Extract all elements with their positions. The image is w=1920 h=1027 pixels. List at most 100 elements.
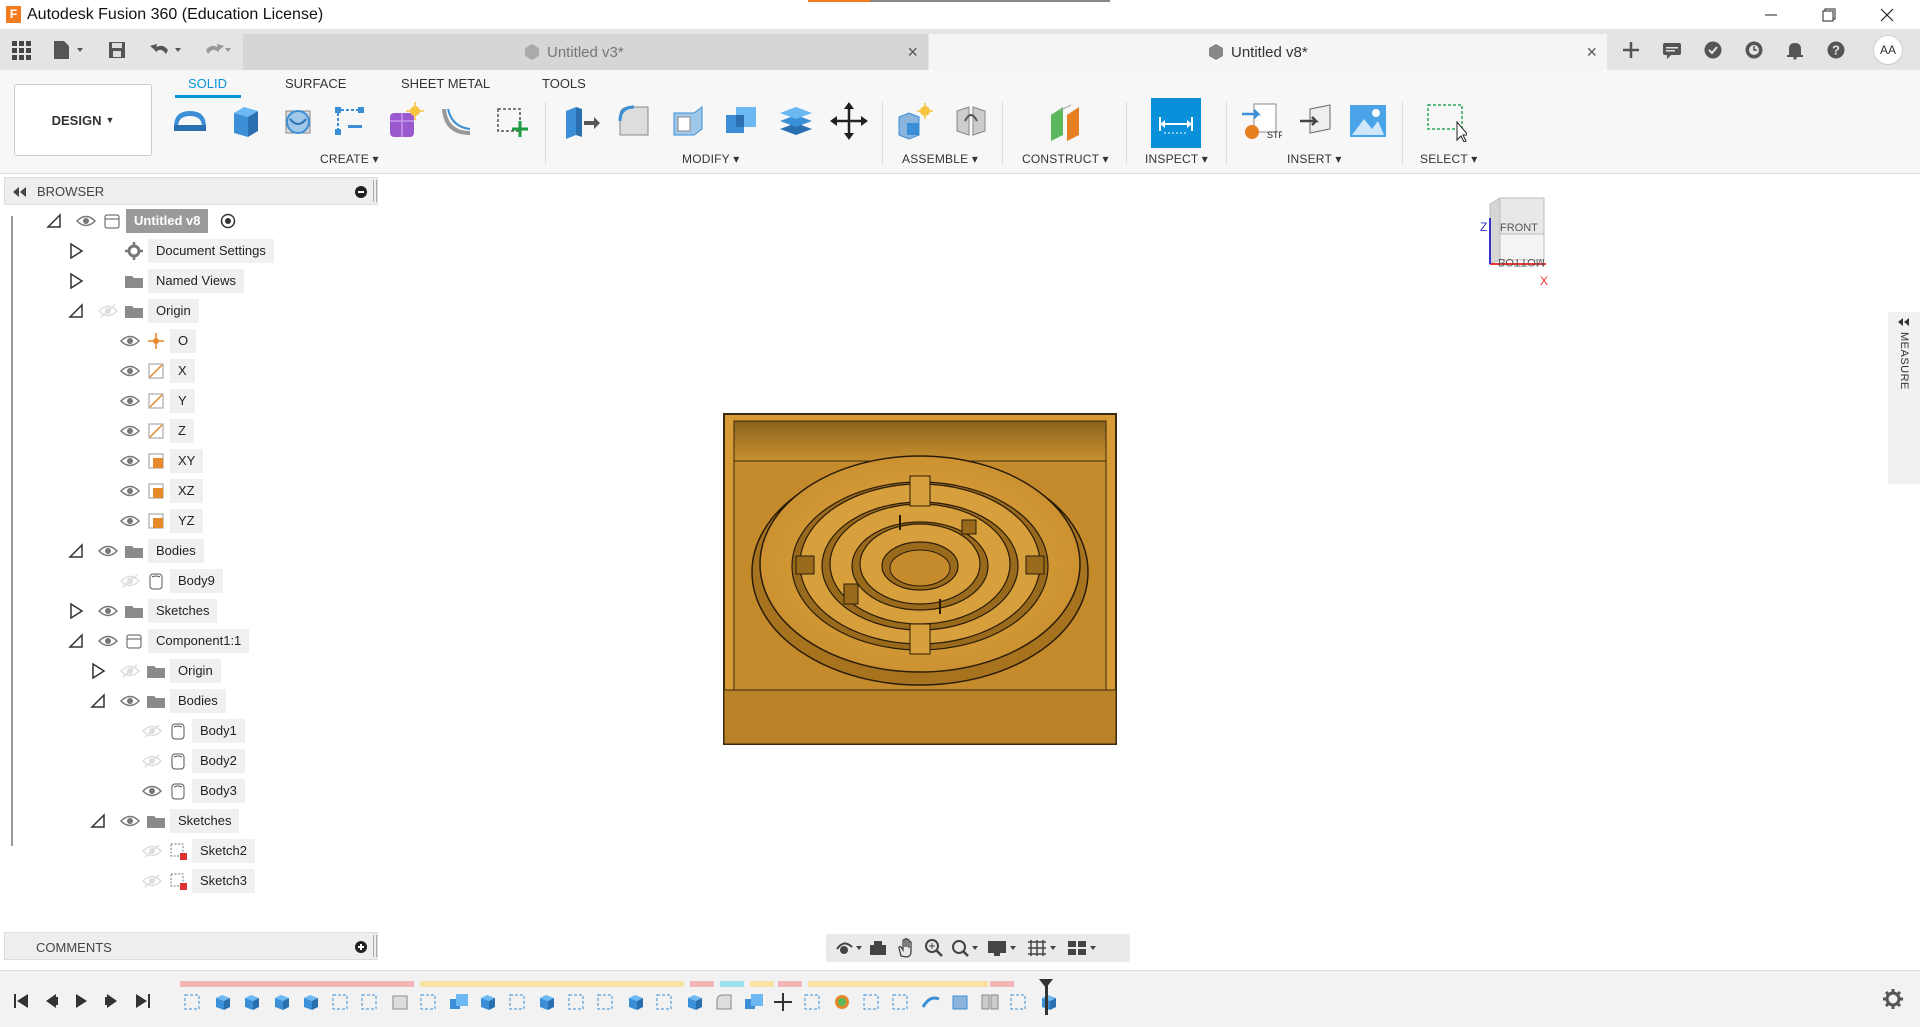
- expand-triangle-icon[interactable]: [90, 663, 106, 679]
- minimize-button[interactable]: [1742, 0, 1800, 29]
- browser-item-body1[interactable]: Body1: [0, 719, 370, 743]
- insert-derive-button[interactable]: STP: [1240, 100, 1282, 142]
- construct-menu[interactable]: CONSTRUCT ▾: [1022, 152, 1109, 166]
- timeline-sketch-feature-icon[interactable]: [654, 991, 676, 1013]
- shell-button[interactable]: [667, 100, 709, 142]
- browser-item-x[interactable]: X: [0, 359, 370, 383]
- orbit-icon[interactable]: [834, 939, 862, 957]
- viewcube-bottom-label[interactable]: BOTTOM: [1498, 256, 1545, 268]
- timeline-group-bar[interactable]: [420, 981, 684, 987]
- job-status-button[interactable]: [1741, 37, 1767, 63]
- save-button[interactable]: [104, 37, 130, 63]
- browser-item-origin[interactable]: Origin: [0, 299, 370, 323]
- timeline-extrude-feature-icon[interactable]: [271, 991, 293, 1013]
- create-sketch-button[interactable]: [169, 100, 211, 142]
- timeline-extrude-feature-icon[interactable]: [684, 991, 706, 1013]
- browser-item-sketches[interactable]: Sketches: [0, 599, 370, 623]
- comments-button[interactable]: [1659, 37, 1685, 63]
- tab-sheet-metal[interactable]: SHEET METAL: [401, 76, 490, 91]
- timeline-sketch-feature-icon[interactable]: [566, 991, 588, 1013]
- browser-item-body2[interactable]: Body2: [0, 749, 370, 773]
- timeline-marker-head-icon[interactable]: [1039, 979, 1053, 989]
- combine-button[interactable]: [721, 100, 763, 142]
- collapse-triangle-icon[interactable]: [68, 543, 84, 559]
- expand-triangle-icon[interactable]: [68, 603, 84, 619]
- browser-item-xz[interactable]: XZ: [0, 479, 370, 503]
- timeline-cut-feature-icon[interactable]: [389, 991, 411, 1013]
- timeline-sketch-feature-icon[interactable]: [1008, 991, 1030, 1013]
- browser-item-named-views[interactable]: Named Views: [0, 269, 370, 293]
- look-at-icon[interactable]: [868, 939, 888, 957]
- visibility-eye-icon[interactable]: [76, 214, 96, 228]
- timeline-group-bar[interactable]: [180, 981, 414, 987]
- zoom-icon[interactable]: [924, 938, 944, 958]
- hidden-eye-icon[interactable]: [120, 574, 140, 588]
- hidden-eye-icon[interactable]: [98, 304, 118, 318]
- expand-panel-icon[interactable]: [1898, 318, 1910, 326]
- step-forward-button[interactable]: [101, 991, 123, 1011]
- joint-button[interactable]: [950, 100, 992, 142]
- timeline-extrude-feature-icon[interactable]: [625, 991, 647, 1013]
- offset-plane-button[interactable]: [1044, 100, 1086, 142]
- measure-button[interactable]: [1151, 98, 1201, 148]
- timeline-group-bar[interactable]: [720, 981, 744, 987]
- timeline-sweep-feature-icon[interactable]: [920, 991, 942, 1013]
- browser-item-o[interactable]: O: [0, 329, 370, 353]
- assemble-menu[interactable]: ASSEMBLE ▾: [902, 152, 978, 166]
- visibility-eye-icon[interactable]: [120, 394, 140, 408]
- workspace-switcher[interactable]: DESIGN ▼: [14, 84, 152, 156]
- hidden-eye-icon[interactable]: [142, 724, 162, 738]
- timeline-revolve-feature-icon[interactable]: [831, 991, 853, 1013]
- visibility-eye-icon[interactable]: [120, 424, 140, 438]
- timeline-sketch-feature-icon[interactable]: [802, 991, 824, 1013]
- timeline-sketch-feature-icon[interactable]: [359, 991, 381, 1013]
- file-menu-button[interactable]: [48, 37, 88, 63]
- browser-item-sketches[interactable]: Sketches: [0, 809, 370, 833]
- create-menu[interactable]: CREATE ▾: [320, 152, 379, 166]
- close-window-button[interactable]: [1858, 0, 1916, 29]
- browser-item-body9[interactable]: Body9: [0, 569, 370, 593]
- activate-radio-icon[interactable]: [220, 213, 236, 229]
- restore-button[interactable]: [1800, 0, 1858, 29]
- browser-item-sketch3[interactable]: Sketch3: [0, 869, 370, 893]
- visibility-eye-icon[interactable]: [98, 544, 118, 558]
- move-copy-button[interactable]: [828, 100, 870, 142]
- data-panel-icon[interactable]: [8, 37, 34, 63]
- browser-item-sketch2[interactable]: Sketch2: [0, 839, 370, 863]
- browser-item-origin[interactable]: Origin: [0, 659, 370, 683]
- visibility-eye-icon[interactable]: [120, 484, 140, 498]
- minus-circle-icon[interactable]: [355, 186, 367, 198]
- timeline-extrude-feature-icon[interactable]: [477, 991, 499, 1013]
- display-settings-icon[interactable]: [986, 938, 1020, 958]
- timeline-sketch-feature-icon[interactable]: [595, 991, 617, 1013]
- timeline-sketch-feature-icon[interactable]: [182, 991, 204, 1013]
- browser-item-bodies[interactable]: Bodies: [0, 539, 370, 563]
- browser-item-yz[interactable]: YZ: [0, 509, 370, 533]
- timeline-sketch-feature-icon[interactable]: [507, 991, 529, 1013]
- offset-face-button[interactable]: [775, 100, 817, 142]
- tab-surface[interactable]: SURFACE: [285, 76, 346, 91]
- user-avatar[interactable]: AA: [1873, 35, 1903, 65]
- insert-canvas-button[interactable]: [1347, 100, 1389, 142]
- hidden-eye-icon[interactable]: [142, 844, 162, 858]
- browser-item-xy[interactable]: XY: [0, 449, 370, 473]
- timeline-group-bar[interactable]: [750, 981, 774, 987]
- pan-hand-icon[interactable]: [896, 938, 916, 958]
- press-pull-button[interactable]: [559, 100, 601, 142]
- browser-item-document-settings[interactable]: Document Settings: [0, 239, 370, 263]
- viewcube-front-label[interactable]: FRONT: [1500, 222, 1538, 234]
- revolve-button[interactable]: [277, 100, 319, 142]
- timeline-extrude-feature-icon[interactable]: [212, 991, 234, 1013]
- create-form-sketch-button[interactable]: [491, 100, 533, 142]
- timeline-extrude-feature-icon[interactable]: [241, 991, 263, 1013]
- fillet-button[interactable]: [613, 100, 655, 142]
- browser-item-body3[interactable]: Body3: [0, 779, 370, 803]
- timeline-extrude-feature-icon[interactable]: [536, 991, 558, 1013]
- redo-button[interactable]: [196, 37, 236, 63]
- fit-icon[interactable]: [950, 938, 980, 958]
- expand-triangle-icon[interactable]: [68, 273, 84, 289]
- expand-triangle-icon[interactable]: [68, 243, 84, 259]
- add-comment-icon[interactable]: [355, 941, 367, 953]
- timeline-combine-feature-icon[interactable]: [448, 991, 470, 1013]
- 3d-viewport[interactable]: FRONT BOTTOM Z X: [380, 174, 1920, 958]
